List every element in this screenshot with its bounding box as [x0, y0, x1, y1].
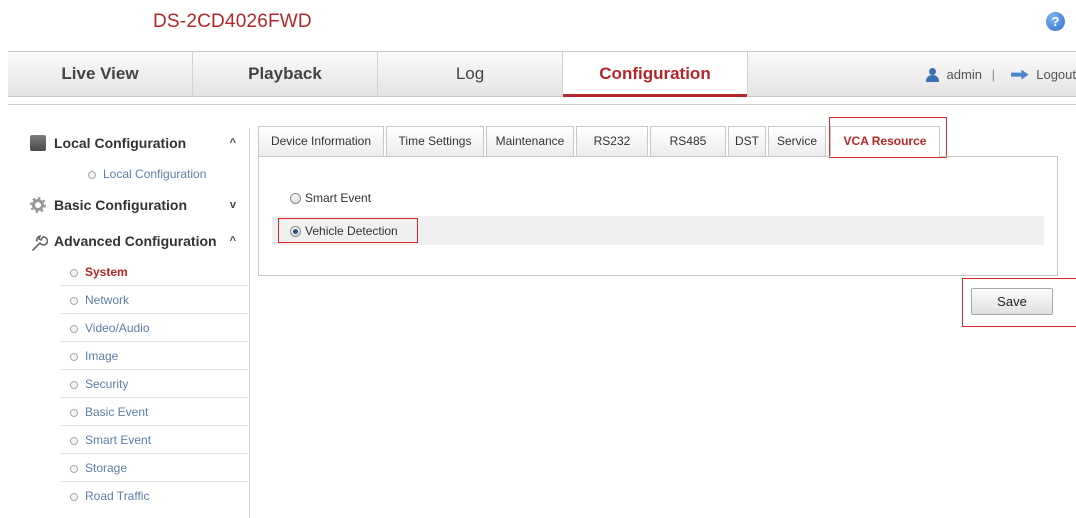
nav-separator: [747, 52, 748, 97]
bullet-icon: [70, 409, 78, 417]
sidebar-item-image[interactable]: Image: [60, 342, 248, 370]
tab-time-settings[interactable]: Time Settings: [386, 126, 484, 157]
sidebar-group-advanced-configuration[interactable]: Advanced Configuration ^: [30, 226, 248, 260]
sidebar-group-label: Local Configuration: [54, 135, 187, 151]
logout-icon[interactable]: [1010, 69, 1029, 80]
sidebar-group-label: Advanced Configuration: [54, 233, 217, 249]
sidebar-item-label: Storage: [85, 461, 128, 475]
sidebar-item-video-audio[interactable]: Video/Audio: [60, 314, 248, 342]
main-navigation: Live View Playback Log Configuration adm…: [8, 51, 1076, 97]
bullet-icon: [70, 493, 78, 501]
sidebar-item-local-configuration[interactable]: Local Configuration: [80, 160, 248, 188]
bullet-icon: [70, 437, 78, 445]
tab-device-information[interactable]: Device Information: [258, 126, 384, 157]
sidebar-group-basic-configuration[interactable]: Basic Configuration v: [30, 190, 248, 224]
help-icon[interactable]: ?: [1046, 12, 1065, 31]
sidebar-group-label: Basic Configuration: [54, 197, 188, 213]
sidebar-item-network[interactable]: Network: [60, 286, 248, 314]
wrench-icon: [30, 233, 49, 251]
option-label: Smart Event: [305, 191, 372, 205]
bullet-icon: [70, 269, 78, 277]
nav-tab-log[interactable]: Log: [378, 52, 562, 97]
chevron-down-icon[interactable]: v: [230, 190, 236, 220]
sidebar-item-basic-event[interactable]: Basic Event: [60, 398, 248, 426]
chevron-up-icon[interactable]: ^: [230, 226, 236, 256]
user-icon: [925, 67, 939, 82]
sidebar-item-label: Security: [85, 377, 129, 391]
tab-dst[interactable]: DST: [728, 126, 766, 157]
monitor-icon: [30, 135, 46, 151]
sidebar-item-system[interactable]: System: [60, 258, 248, 286]
tab-vca-resource[interactable]: VCA Resource: [830, 126, 940, 157]
gear-icon: [30, 197, 46, 213]
nav-tab-live-view[interactable]: Live View: [8, 52, 192, 97]
sidebar-item-storage[interactable]: Storage: [60, 454, 248, 482]
user-area: admin | Logout: [925, 52, 1076, 97]
username: admin: [946, 66, 982, 82]
nav-tab-playback[interactable]: Playback: [193, 52, 377, 97]
chevron-up-icon[interactable]: ^: [230, 128, 236, 158]
sidebar-group-local-configuration[interactable]: Local Configuration ^: [30, 128, 248, 162]
sidebar-item-label: Local Configuration: [103, 167, 207, 181]
sidebar-item-label: Video/Audio: [85, 321, 150, 335]
sidebar-item-label: Network: [85, 293, 130, 307]
sidebar-item-label: Image: [85, 349, 119, 363]
device-model-title: DS-2CD4026FWD: [153, 11, 312, 32]
bullet-icon: [70, 297, 78, 305]
sidebar-item-label: Smart Event: [85, 433, 152, 447]
tab-maintenance[interactable]: Maintenance: [486, 126, 574, 157]
highlight-box: [278, 218, 418, 243]
radio-smart-event[interactable]: [290, 193, 301, 204]
option-smart-event[interactable]: Smart Event: [290, 187, 371, 209]
save-button[interactable]: Save: [971, 288, 1053, 315]
bullet-icon: [70, 465, 78, 473]
sidebar-item-road-traffic[interactable]: Road Traffic: [60, 482, 248, 510]
sidebar-item-security[interactable]: Security: [60, 370, 248, 398]
user-separator: |: [991, 66, 995, 82]
bullet-icon: [88, 171, 96, 179]
sidebar-item-label: System: [85, 265, 128, 279]
tab-rs232[interactable]: RS232: [576, 126, 648, 157]
tab-service[interactable]: Service: [768, 126, 826, 157]
sidebar: Local Configuration ^ Local Configuratio…: [30, 128, 250, 518]
bullet-icon: [70, 381, 78, 389]
bullet-icon: [70, 325, 78, 333]
bullet-icon: [70, 353, 78, 361]
tab-rs485[interactable]: RS485: [650, 126, 726, 157]
nav-tab-configuration[interactable]: Configuration: [563, 52, 747, 97]
sidebar-item-label: Road Traffic: [85, 489, 150, 503]
sidebar-item-label: Basic Event: [85, 405, 149, 419]
logout-link[interactable]: Logout: [1036, 53, 1076, 97]
divider: [8, 104, 1076, 105]
sidebar-item-smart-event[interactable]: Smart Event: [60, 426, 248, 454]
